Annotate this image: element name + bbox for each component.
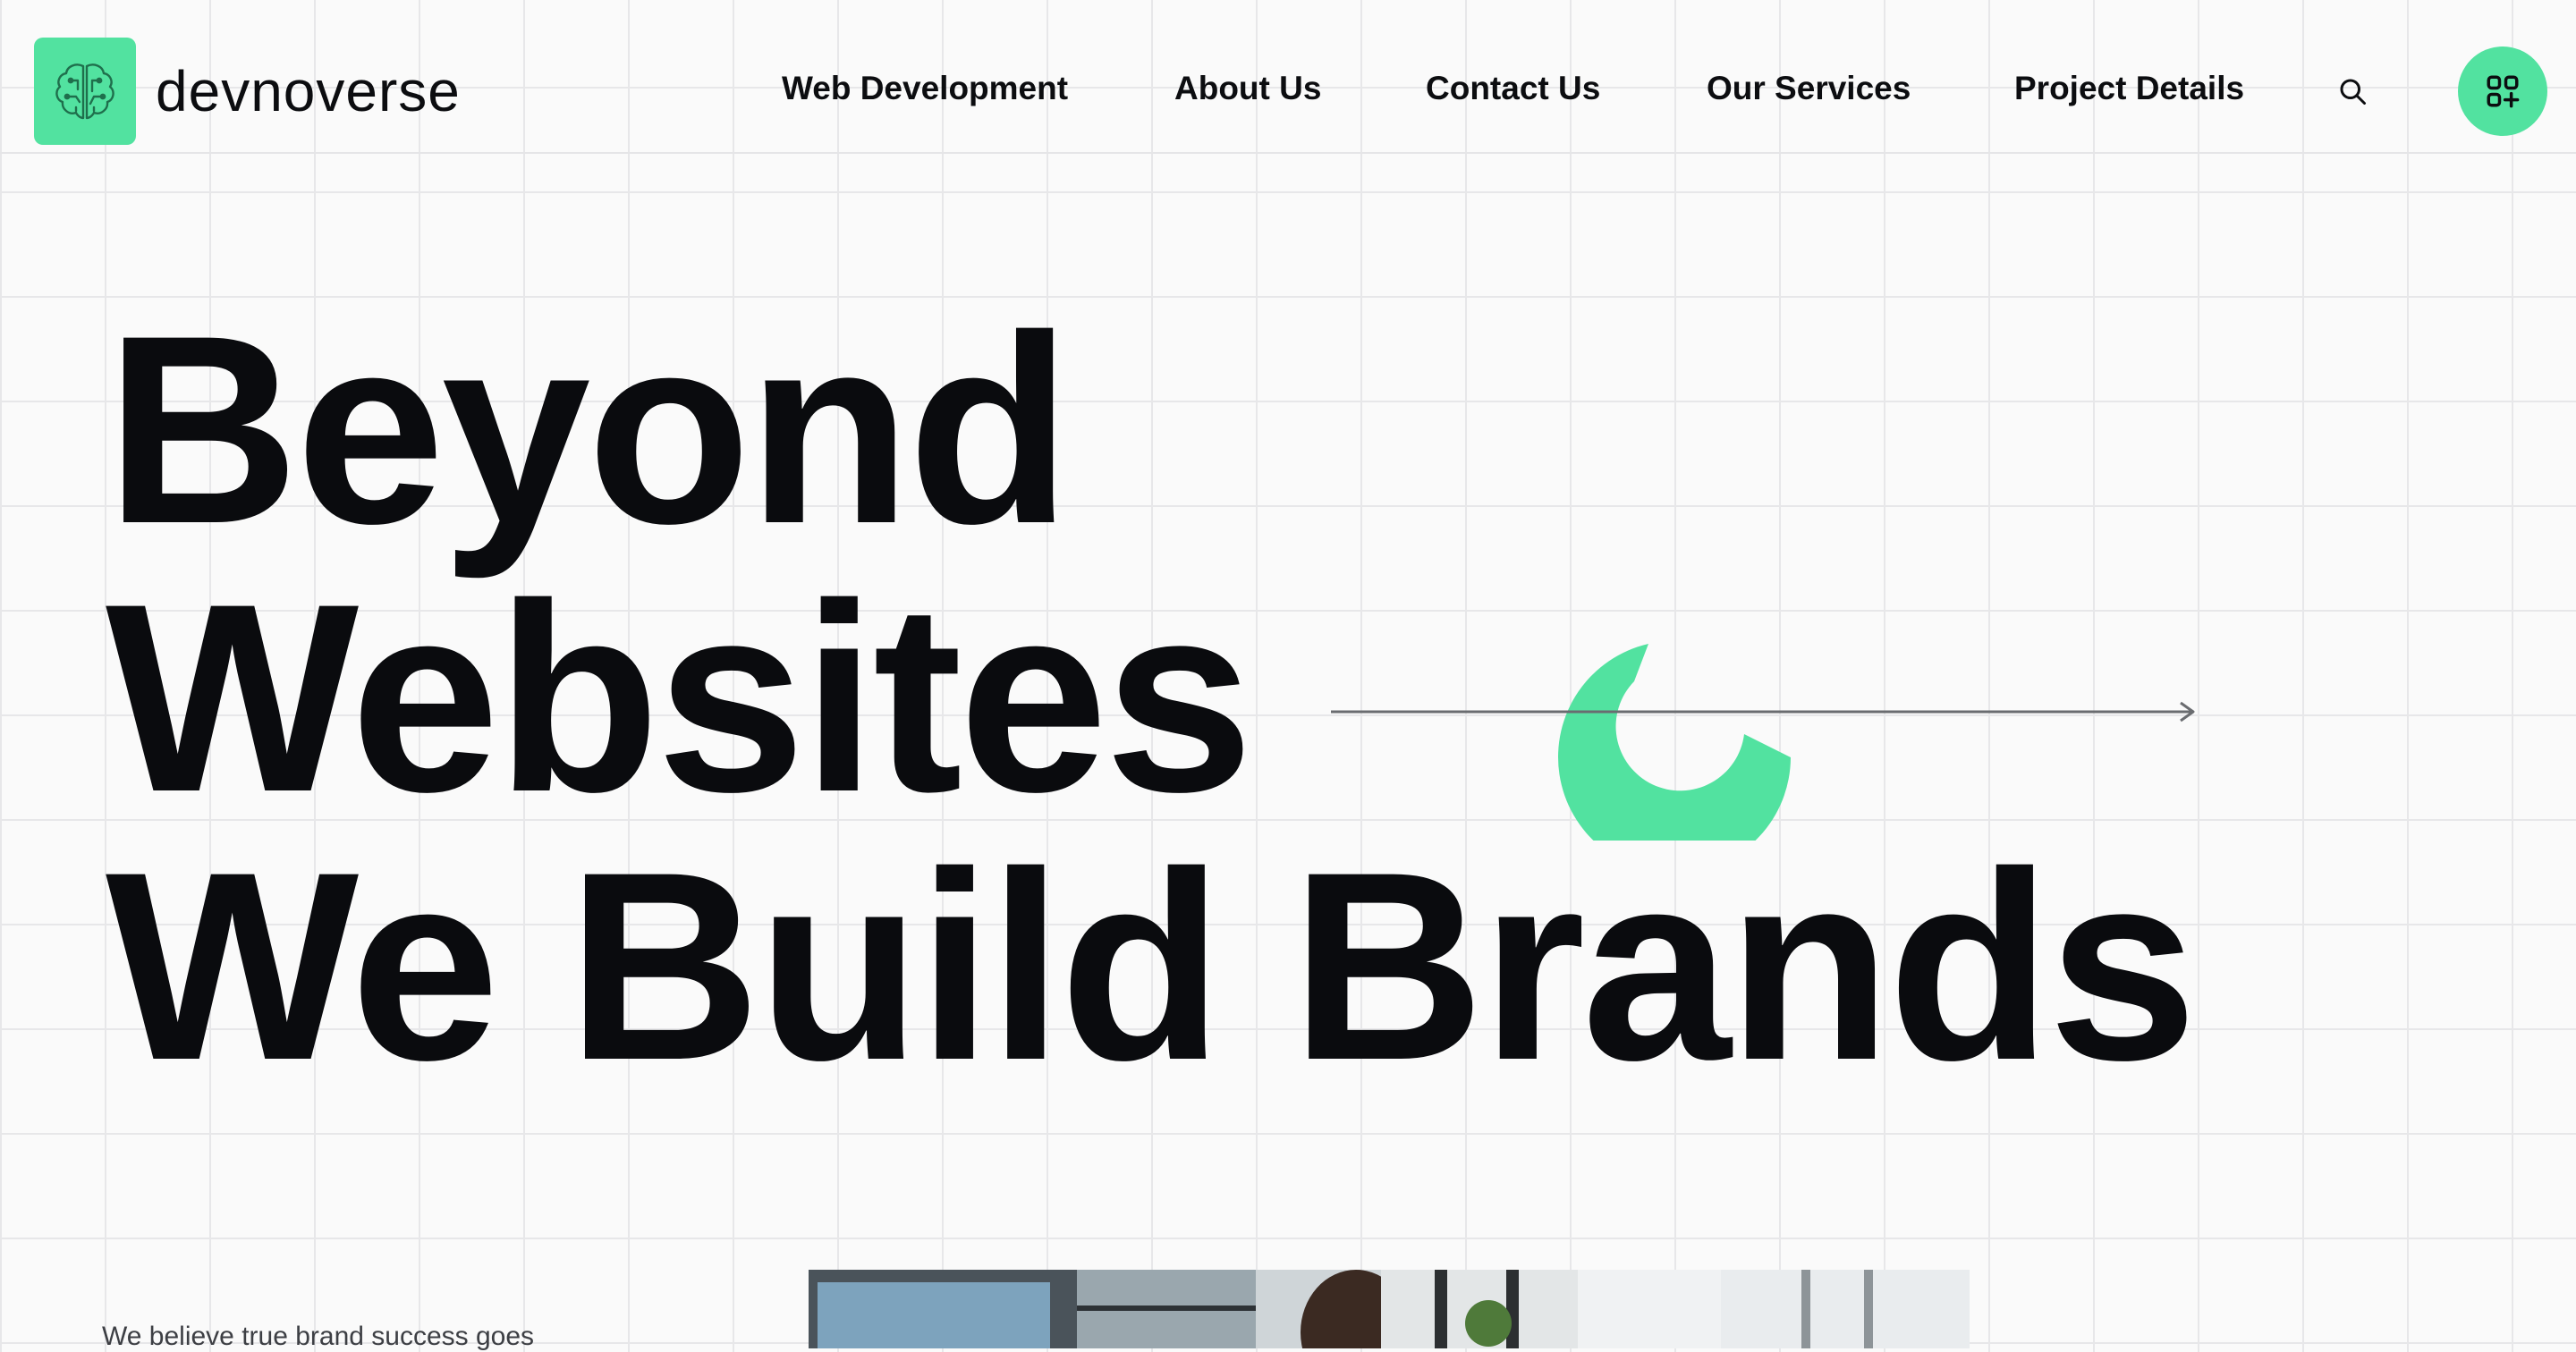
- nav-our-services[interactable]: Our Services: [1707, 70, 1911, 107]
- search-button[interactable]: [2333, 72, 2372, 111]
- intro-text: We believe true brand success goes: [102, 1322, 535, 1351]
- accent-arc-shape: [1558, 644, 1791, 841]
- main-nav: Web Development About Us Contact Us Our …: [0, 0, 2576, 154]
- hero-photo: [809, 1270, 1970, 1348]
- grid-plus-icon: [2487, 75, 2520, 108]
- nav-web-development[interactable]: Web Development: [782, 70, 1068, 107]
- nav-contact-us[interactable]: Contact Us: [1426, 70, 1600, 107]
- hero-decoration: [1331, 644, 2195, 841]
- hero-line-3: We Build Brands: [106, 815, 2198, 1116]
- nav-project-details[interactable]: Project Details: [2014, 70, 2244, 107]
- hero-line-1: Beyond: [106, 279, 1072, 579]
- search-icon: [2340, 79, 2366, 105]
- nav-about-us[interactable]: About Us: [1174, 70, 1321, 107]
- site-header: devnoverse Web Development About Us Cont…: [0, 0, 2576, 154]
- apps-menu-button[interactable]: [2458, 46, 2547, 136]
